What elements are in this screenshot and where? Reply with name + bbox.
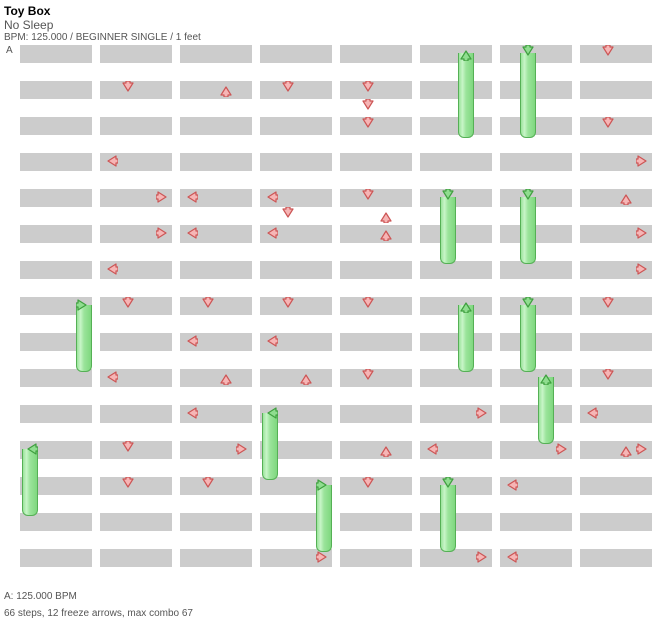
- up-arrow-icon: [378, 207, 394, 223]
- bpm-marker-footer: A: 125.000 BPM: [4, 591, 672, 602]
- down-arrow-icon: [360, 99, 376, 115]
- stepchart-column: [20, 45, 92, 585]
- freeze-arrow: [520, 53, 536, 138]
- freeze-arrow: [458, 305, 474, 372]
- freeze-arrow: [440, 197, 456, 264]
- stepchart-column: [340, 45, 412, 585]
- section-marker: A: [6, 45, 13, 56]
- freeze-arrow: [520, 305, 536, 372]
- chart-meta: BPM: 125.000 / BEGINNER SINGLE / 1 feet: [4, 32, 672, 43]
- stepchart-column: [260, 45, 332, 585]
- down-arrow-icon: [280, 207, 296, 223]
- feet-text: 1 feet: [176, 32, 201, 43]
- artist-name: Toy Box: [4, 4, 672, 18]
- bpm-text: BPM: 125.000: [4, 32, 67, 43]
- mode-text: BEGINNER SINGLE: [76, 32, 168, 43]
- freeze-arrow: [76, 305, 92, 372]
- freeze-arrow: [22, 449, 38, 516]
- freeze-arrow: [538, 377, 554, 444]
- stepchart-column: [420, 45, 492, 585]
- freeze-arrow: [458, 53, 474, 138]
- stepchart-column: [580, 45, 652, 585]
- song-title: No Sleep: [4, 18, 672, 32]
- freeze-arrow: [262, 413, 278, 480]
- freeze-arrow: [316, 485, 332, 552]
- freeze-arrow: [440, 485, 456, 552]
- stepchart-column: [100, 45, 172, 585]
- stepchart-column: [180, 45, 252, 585]
- freeze-arrow: [520, 197, 536, 264]
- stepchart: A: [20, 45, 672, 585]
- stepchart-column: [500, 45, 572, 585]
- stats-footer: 66 steps, 12 freeze arrows, max combo 67: [4, 608, 672, 619]
